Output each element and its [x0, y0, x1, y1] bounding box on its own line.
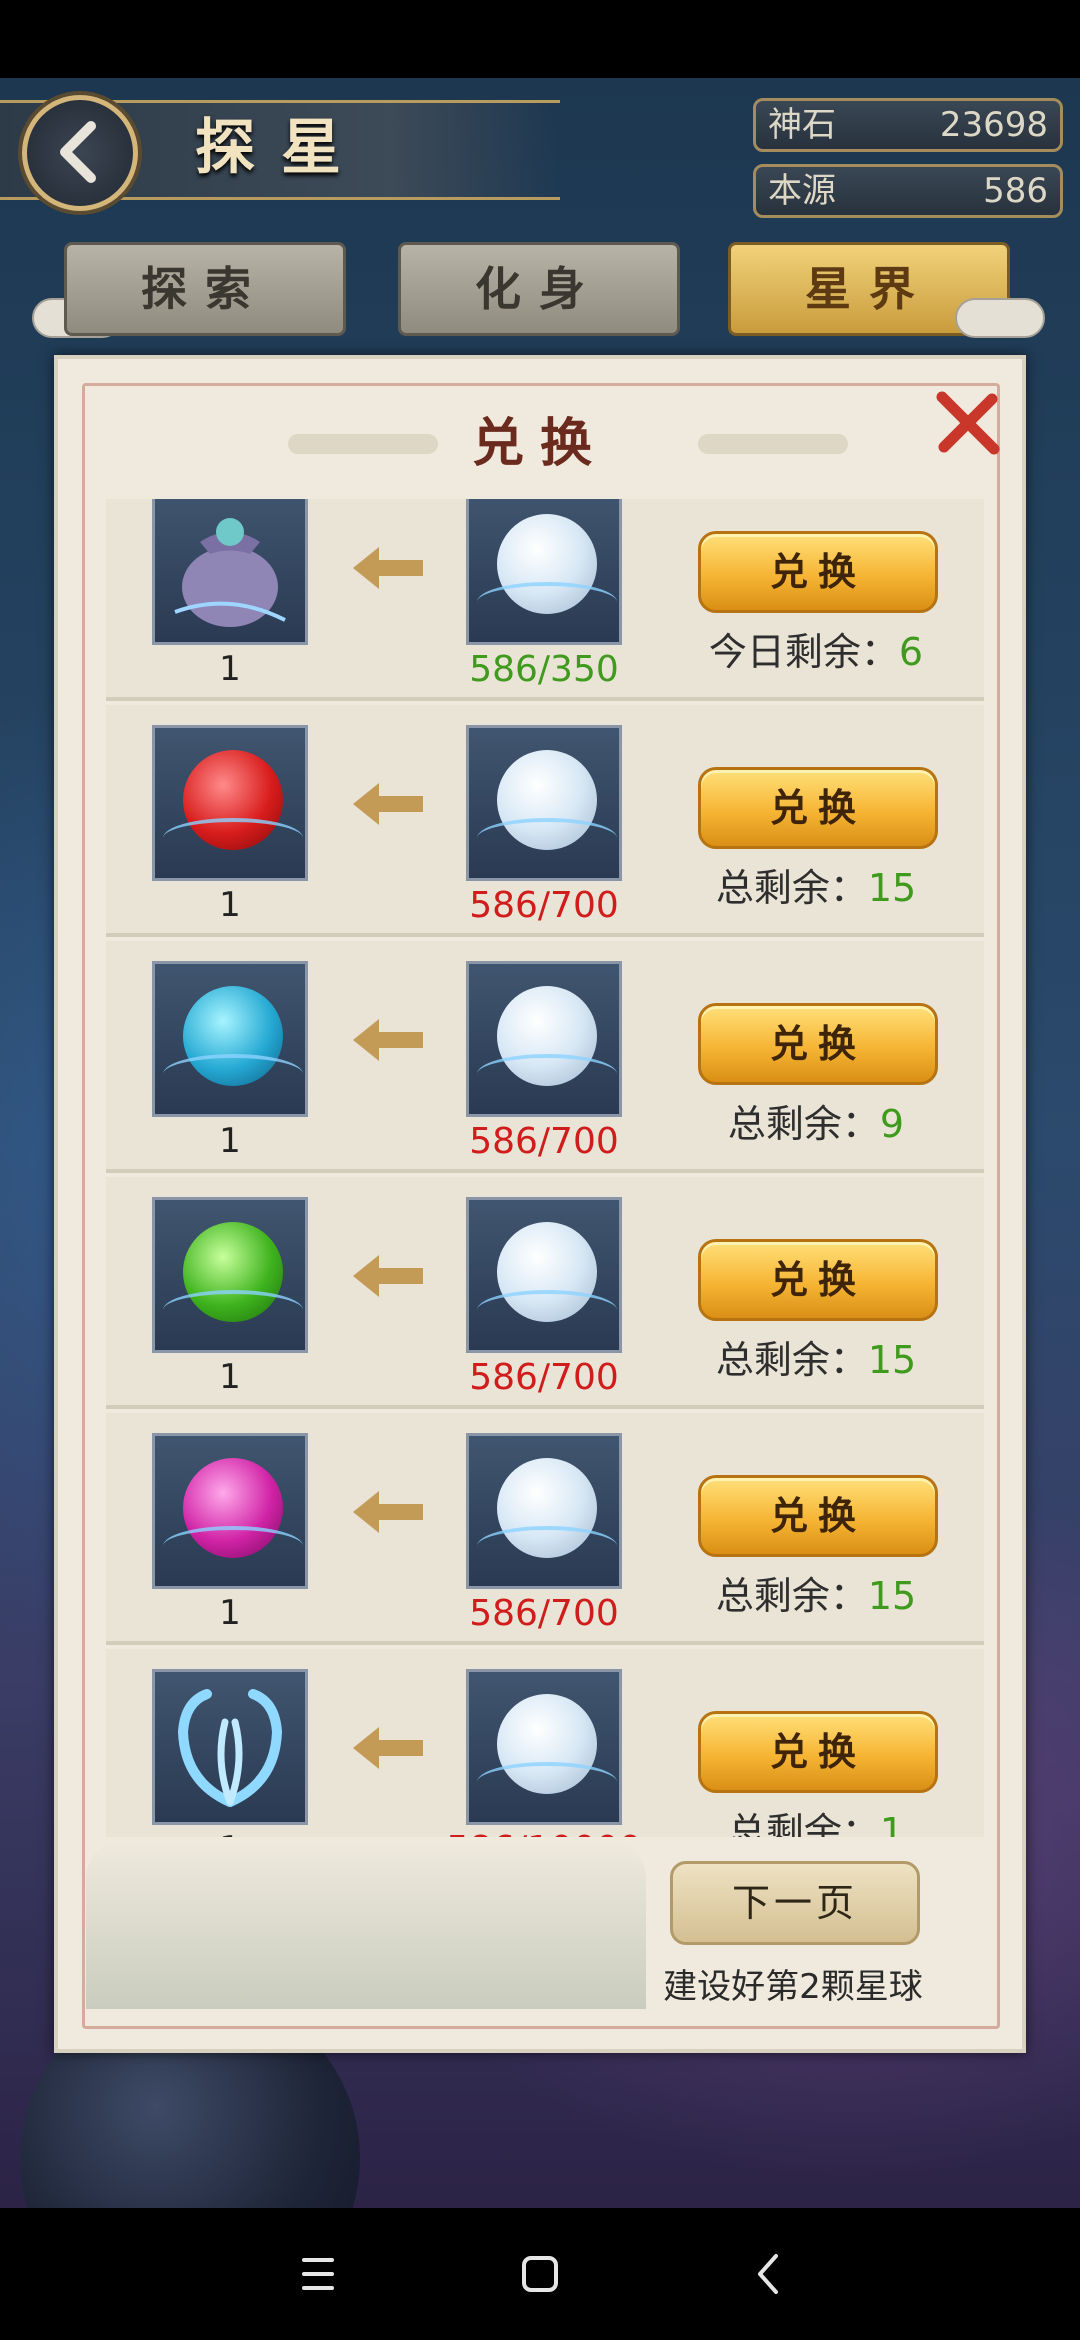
exchange-row: 1 586/700 兑换 总剩余：15 — [106, 705, 984, 937]
item-count: 1 — [219, 1357, 241, 1397]
resource-value: 23698 — [939, 105, 1048, 145]
menu-icon[interactable] — [282, 2238, 354, 2310]
cost-progress: 586/700 — [469, 885, 619, 926]
remaining-label: 总剩余： — [727, 1810, 880, 1837]
cost-slot — [466, 499, 622, 645]
next-page-button[interactable]: 下一页 — [670, 1861, 920, 1945]
landscape-decoration — [86, 1839, 646, 2009]
exchange-button[interactable]: 兑换 — [698, 1711, 938, 1793]
exchange-button[interactable]: 兑换 — [698, 1239, 938, 1321]
close-button[interactable] — [932, 389, 1002, 459]
exchange-row: 1 586/700 兑换 总剩余：15 — [106, 1413, 984, 1645]
remaining-label: 总剩余： — [715, 1574, 868, 1618]
cost-progress: 586/350 — [469, 649, 619, 690]
item-slot[interactable] — [152, 499, 308, 645]
arrow-left-icon — [353, 783, 423, 825]
remaining-count: 总剩余：9 — [666, 1093, 966, 1148]
remaining-label: 总剩余： — [715, 866, 868, 910]
item-count: 1 — [152, 1829, 308, 1837]
wisp-decoration — [163, 818, 303, 858]
cloud-decoration — [955, 298, 1045, 338]
resource-shenshi: 神石 23698 — [753, 98, 1063, 152]
close-icon — [936, 391, 1000, 455]
back-icon[interactable] — [732, 2238, 804, 2310]
cost-progress: 586/700 — [469, 1357, 619, 1398]
dialog-title: 兑换 — [471, 413, 608, 474]
wisp-decoration — [477, 818, 617, 858]
remaining-label: 今日剩余： — [708, 630, 899, 674]
exchange-row: 1 586/350 兑换 今日剩余：6 — [106, 499, 984, 701]
remaining-value: 9 — [879, 1102, 905, 1146]
cost-slot — [466, 1669, 622, 1825]
system-nav-bar — [0, 2208, 1080, 2340]
wisp-decoration — [163, 1054, 303, 1094]
cost-slot — [466, 1433, 622, 1589]
cost-slot — [466, 1197, 622, 1353]
remaining-value: 15 — [867, 866, 917, 910]
back-arrow-icon — [60, 121, 96, 183]
resource-label: 本源 — [768, 171, 836, 211]
remaining-label: 总剩余： — [715, 1338, 868, 1382]
remaining-value: 15 — [867, 1338, 917, 1382]
cost-progress: 586/700 — [469, 1593, 619, 1634]
arrow-left-icon — [353, 1255, 423, 1297]
exchange-row: 1 586/700 兑换 总剩余：9 — [106, 941, 984, 1173]
arrow-left-icon — [353, 547, 423, 589]
wisp-decoration — [477, 1054, 617, 1094]
item-slot[interactable] — [152, 1669, 308, 1825]
item-count: 1 — [219, 885, 241, 925]
cost-slot — [466, 961, 622, 1117]
tab-explore[interactable]: 探索 — [64, 242, 346, 336]
arrow-left-icon — [353, 1727, 423, 1769]
remaining-label: 总剩余： — [727, 1102, 880, 1146]
wisp-decoration — [477, 1290, 617, 1330]
exchange-row: 1 586/700 兑换 总剩余：15 — [106, 1177, 984, 1409]
item-slot[interactable] — [152, 961, 308, 1117]
remaining-count: 总剩余：15 — [666, 1329, 966, 1384]
back-button[interactable] — [22, 95, 138, 211]
remaining-count: 总剩余：1 — [666, 1801, 966, 1837]
exchange-button[interactable]: 兑换 — [698, 531, 938, 613]
wisp-decoration — [163, 1526, 303, 1566]
remaining-count: 总剩余：15 — [666, 857, 966, 912]
arrow-left-icon — [353, 1491, 423, 1533]
exchange-row: 1 586/10000 兑换 总剩余：1 — [106, 1649, 984, 1837]
tab-avatar[interactable]: 化身 — [398, 242, 680, 336]
remaining-value: 15 — [867, 1574, 917, 1618]
remaining-value: 1 — [879, 1810, 905, 1837]
remaining-count: 今日剩余：6 — [666, 621, 966, 676]
exchange-list[interactable]: 1 586/350 兑换 今日剩余：6 1 586/700 兑换 总剩余：15 — [106, 499, 984, 1837]
item-slot[interactable] — [152, 725, 308, 881]
blue-tentacle-icon — [177, 1689, 283, 1807]
item-count: 1 — [219, 649, 241, 689]
cost-progress: 586/700 — [469, 1121, 619, 1162]
wisp-decoration — [477, 1526, 617, 1566]
page-title: 探星 — [195, 113, 367, 183]
item-slot[interactable] — [152, 1197, 308, 1353]
exchange-dialog: 兑换 1 586/350 兑换 今日剩余：6 1 586/700 兑换 总剩余：… — [54, 355, 1026, 2053]
cost-slot — [466, 725, 622, 881]
cost-progress: 586/10000 — [426, 1829, 662, 1837]
item-count: 1 — [219, 1121, 241, 1161]
remaining-value: 6 — [898, 630, 924, 674]
status-bar — [0, 0, 1080, 78]
exchange-button[interactable]: 兑换 — [698, 767, 938, 849]
home-icon[interactable] — [504, 2238, 576, 2310]
unlock-hint: 建设好第2颗星球 — [663, 1967, 923, 2007]
remaining-count: 总剩余：15 — [666, 1565, 966, 1620]
resource-value: 586 — [983, 171, 1048, 211]
wisp-decoration — [163, 1290, 303, 1330]
resource-label: 神石 — [768, 105, 836, 145]
item-slot[interactable] — [152, 1433, 308, 1589]
wisp-decoration — [477, 582, 617, 622]
pouch-icon — [174, 518, 286, 627]
wisp-decoration — [477, 1762, 617, 1802]
resource-benyuan: 本源 586 — [753, 164, 1063, 218]
item-count: 1 — [219, 1593, 241, 1633]
arrow-left-icon — [353, 1019, 423, 1061]
exchange-button[interactable]: 兑换 — [698, 1003, 938, 1085]
exchange-button[interactable]: 兑换 — [698, 1475, 938, 1557]
